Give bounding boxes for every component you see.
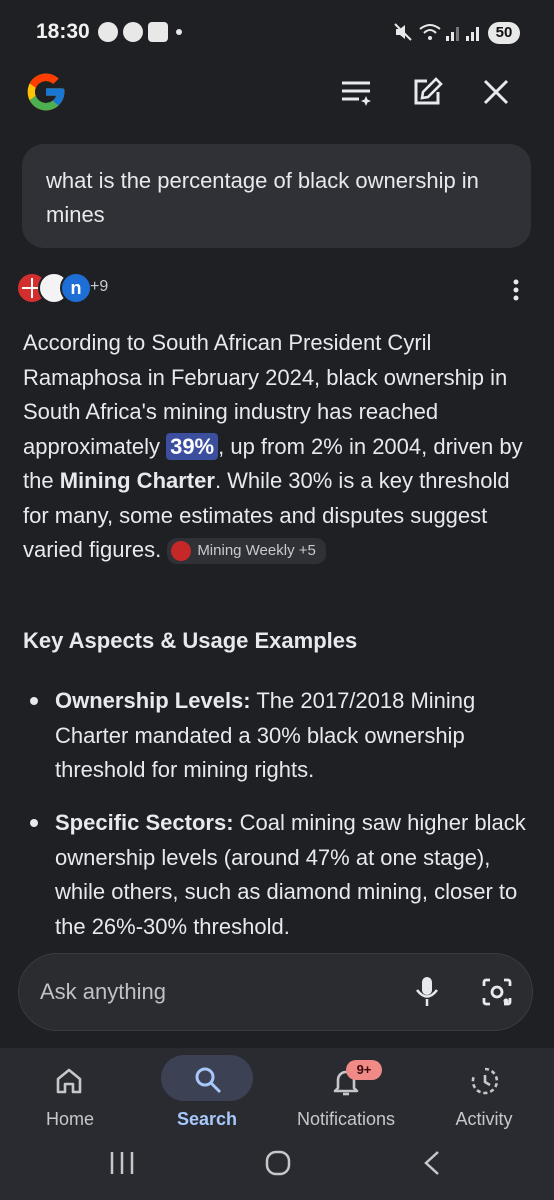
nav-notifications-label: Notifications bbox=[296, 1109, 396, 1129]
notification-badge: 9+ bbox=[346, 1060, 382, 1080]
user-query-bubble: what is the percentage of black ownershi… bbox=[22, 144, 531, 248]
answer-bold-term: Mining Charter bbox=[59, 468, 215, 493]
nav-activity[interactable]: Activity bbox=[424, 1055, 544, 1135]
google-logo-icon[interactable] bbox=[24, 70, 68, 114]
lens-camera-icon[interactable] bbox=[481, 977, 513, 1007]
mining-weekly-icon bbox=[171, 541, 192, 562]
back-icon[interactable] bbox=[420, 1150, 444, 1176]
more-options-icon[interactable] bbox=[504, 276, 528, 304]
nav-search[interactable]: Search bbox=[151, 1055, 271, 1135]
status-app-icon bbox=[98, 22, 118, 42]
answer-highlight: 39% bbox=[166, 432, 219, 460]
recent-apps-icon[interactable] bbox=[108, 1150, 136, 1176]
source-citation-chip[interactable]: Mining Weekly +5 bbox=[167, 538, 326, 565]
bullet-dot bbox=[30, 697, 38, 705]
status-time: 18:30 bbox=[36, 20, 90, 43]
nav-search-label: Search bbox=[176, 1109, 238, 1129]
ask-input-placeholder[interactable]: Ask anything bbox=[40, 979, 166, 1005]
more-notifications-dot bbox=[176, 29, 182, 35]
app-notification-icon bbox=[148, 22, 168, 42]
whatsapp-icon bbox=[123, 22, 143, 42]
bullet-label: Ownership Levels: bbox=[55, 688, 251, 713]
section-heading: Key Aspects & Usage Examples bbox=[23, 628, 358, 653]
search-icon bbox=[195, 1067, 222, 1094]
bullet-dot bbox=[30, 819, 38, 827]
nav-home[interactable]: Home bbox=[10, 1055, 130, 1135]
signal-icon-1 bbox=[446, 27, 459, 41]
home-button-icon[interactable] bbox=[264, 1150, 292, 1176]
bullet-label: Specific Sectors: bbox=[55, 810, 234, 835]
microphone-icon[interactable] bbox=[414, 975, 440, 1009]
nav-home-label: Home bbox=[45, 1109, 94, 1129]
mute-icon bbox=[394, 23, 412, 41]
new-chat-icon[interactable] bbox=[409, 74, 445, 110]
history-icon[interactable] bbox=[338, 74, 374, 110]
status-bar: 18:30 50 bbox=[0, 0, 554, 64]
more-sources-count[interactable]: +9 bbox=[90, 278, 108, 296]
list-item: Ownership Levels: The 2017/2018 Mining C… bbox=[23, 684, 533, 788]
home-icon bbox=[56, 1068, 82, 1094]
answer-paragraph: According to South African President Cyr… bbox=[23, 326, 533, 568]
nav-activity-label: Activity bbox=[455, 1109, 513, 1129]
source-favicon-n[interactable]: n bbox=[60, 272, 92, 304]
citation-label: Mining Weekly +5 bbox=[197, 542, 316, 560]
close-icon[interactable] bbox=[478, 74, 514, 110]
wifi-icon bbox=[419, 24, 441, 40]
battery-indicator: 50 bbox=[488, 22, 520, 44]
signal-icon-2 bbox=[466, 27, 479, 41]
activity-icon bbox=[471, 1067, 499, 1095]
list-item: Specific Sectors: Coal mining saw higher… bbox=[23, 806, 533, 944]
